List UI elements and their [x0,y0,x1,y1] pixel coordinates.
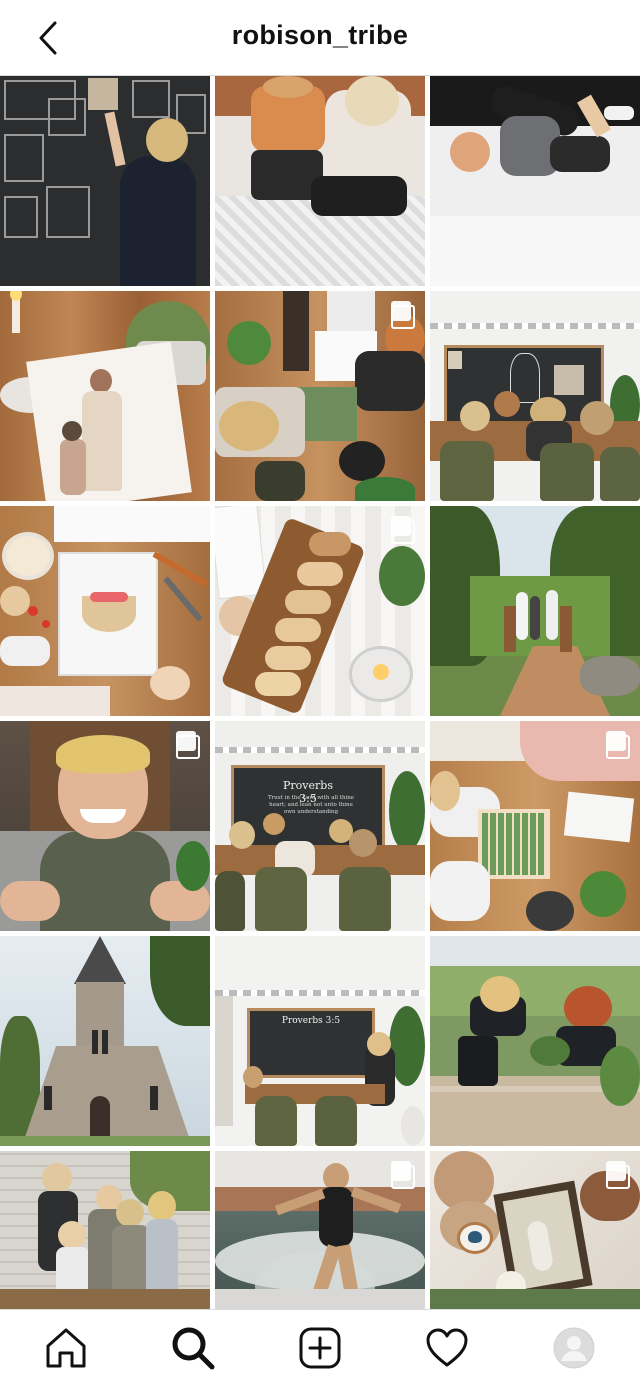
post-thumbnail-easter-basket-drawing[interactable] [0,506,210,716]
bottom-navigation [0,1309,640,1386]
nav-activity[interactable] [423,1324,471,1372]
post-thumbnail-homeschool-classroom[interactable] [430,291,640,501]
post-thumbnail-girls-gardening[interactable] [430,936,640,1146]
post-thumbnail-stone-church[interactable] [0,936,210,1146]
post-thumbnail-family-on-garden-bridge[interactable] [430,506,640,716]
post-thumbnail-kids-painting-at-table[interactable] [215,291,425,501]
carousel-icon [389,516,415,544]
nav-new-post[interactable] [296,1324,344,1372]
post-thumbnail-mother-and-son-on-rug[interactable] [215,76,425,286]
chalkboard-title-2: Proverbs 3:5 [281,1016,341,1026]
carousel-icon [389,1161,415,1189]
profile-username: robison_tribe [231,20,409,50]
search-icon [172,1327,215,1370]
nav-search[interactable] [169,1324,217,1372]
top-bar: robison_tribe [0,0,640,76]
post-thumbnail-pastries-on-board[interactable] [215,506,425,716]
post-thumbnail-four-kids-portrait[interactable] [0,1151,210,1309]
post-thumbnail-kids-with-letter-board[interactable] [430,721,640,931]
post-thumbnail-proverbs-chalkboard-lesson[interactable]: Proverbs 3:5 Trust in the Lord with all … [215,721,425,931]
post-grid: Proverbs 3:5 Trust in the Lord with all … [0,76,640,1309]
post-thumbnail-hands-with-framed-picture[interactable] [430,1151,640,1309]
post-thumbnail-wakesurfing-woman[interactable] [215,1151,425,1309]
nav-home[interactable] [42,1324,90,1372]
home-icon [46,1328,86,1368]
heart-icon [426,1328,468,1367]
post-grid-next-row [0,1289,640,1309]
chalkboard-verse: Trust in the Lord with all thine heart; … [267,795,355,815]
carousel-icon [389,301,415,329]
carousel-icon [604,1161,630,1189]
carousel-icon [604,731,630,759]
nav-profile[interactable] [550,1324,598,1372]
new-post-icon [299,1327,341,1369]
profile-avatar-icon [553,1327,595,1369]
post-thumbnail-wrestling-match[interactable] [430,76,640,286]
post-thumbnail-smiling-boy-portrait[interactable] [0,721,210,931]
post-thumbnail-jesus-watercolor-painting[interactable] [0,291,210,501]
post-thumbnail-classroom-wide-view[interactable]: Proverbs 3:5 [215,936,425,1146]
post-thumbnail-boy-at-chalkboard[interactable] [0,76,210,286]
carousel-icon [174,731,200,759]
